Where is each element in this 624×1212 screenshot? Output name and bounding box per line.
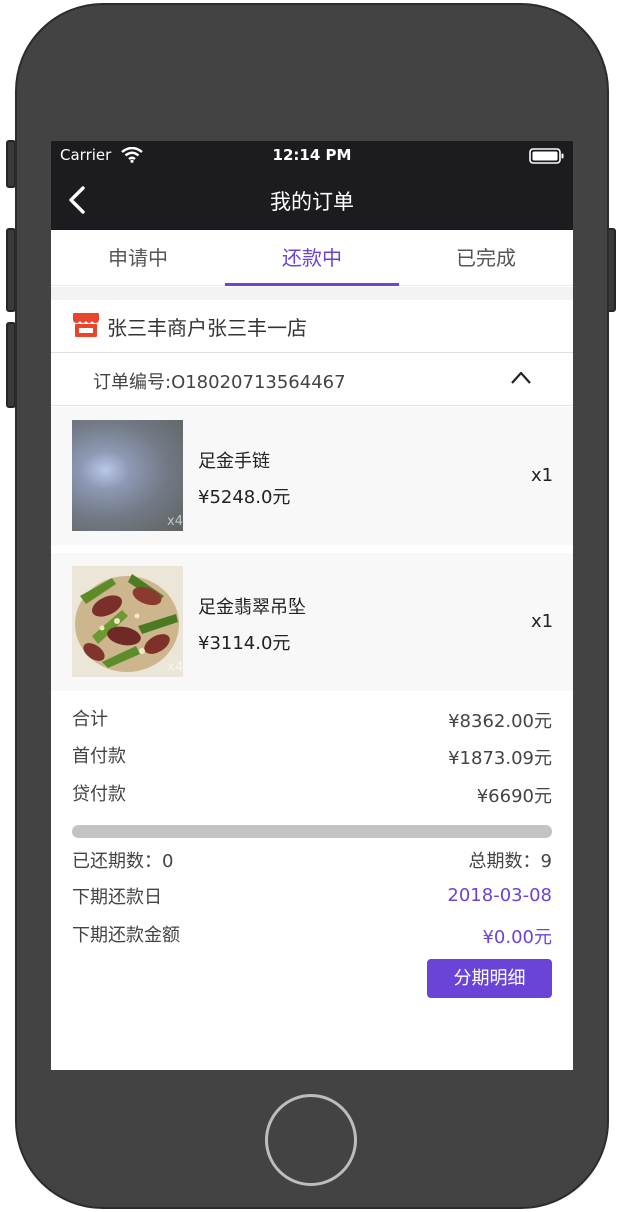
total-periods: 总期数：9 <box>468 851 552 872</box>
next-due-date-value: 2018-03-08 <box>447 885 552 906</box>
product-name: 足金手链 <box>198 451 270 472</box>
status-time: 12:14 PM <box>272 146 352 164</box>
tab-repaying[interactable]: 还款中 <box>225 230 399 286</box>
next-amount-label: 下期还款金额 <box>72 925 180 946</box>
paid-periods: 已还期数：0 <box>72 851 174 872</box>
app-screen: Carrier 12:14 PM 我的订单 申请中 还款中 已完成 张三丰商户张… <box>51 141 573 1070</box>
product-quantity: x1 <box>531 465 554 486</box>
order-status-tabs: 申请中 还款中 已完成 <box>51 230 573 286</box>
product-name: 足金翡翠吊坠 <box>198 597 306 618</box>
product-price: ¥5248.0元 <box>198 487 291 508</box>
down-payment-label: 首付款 <box>72 746 126 767</box>
loan-payment-label: 贷付款 <box>72 784 126 805</box>
installment-details-button[interactable]: 分期明细 <box>427 959 552 998</box>
product-image: x4 <box>72 566 183 677</box>
store-header[interactable]: 张三丰商户张三丰一店 <box>51 300 573 353</box>
total-value: ¥8362.00元 <box>448 711 552 732</box>
item-divider <box>51 545 573 553</box>
section-divider <box>51 287 573 300</box>
active-tab-indicator <box>225 283 399 286</box>
order-item[interactable]: x4 足金翡翠吊坠 ¥3114.0元 x1 <box>51 553 573 691</box>
tab-applying[interactable]: 申请中 <box>51 230 225 286</box>
tab-completed[interactable]: 已完成 <box>399 230 573 286</box>
product-image: x4 <box>72 420 183 531</box>
order-number: 订单编号:O18020713564467 <box>93 372 346 393</box>
order-item[interactable]: x4 足金手链 ¥5248.0元 x1 <box>51 407 573 545</box>
chevron-up-icon[interactable] <box>510 370 532 386</box>
next-due-date-label: 下期还款日 <box>72 887 162 908</box>
down-payment-value: ¥1873.09元 <box>448 748 552 769</box>
shop-icon <box>73 313 99 337</box>
image-watermark: x4 <box>167 514 183 529</box>
loan-payment-value: ¥6690元 <box>476 786 552 807</box>
store-name: 张三丰商户张三丰一店 <box>107 316 307 340</box>
battery-icon <box>529 148 564 164</box>
page-title: 我的订单 <box>270 190 354 214</box>
product-quantity: x1 <box>531 611 554 632</box>
repayment-progress-bar <box>72 825 552 838</box>
total-label: 合计 <box>72 709 108 730</box>
product-price: ¥3114.0元 <box>198 633 291 654</box>
order-number-row[interactable]: 订单编号:O18020713564467 <box>51 354 573 406</box>
home-button[interactable] <box>265 1094 357 1186</box>
image-watermark: x4 <box>167 660 183 675</box>
next-amount-value: ¥0.00元 <box>482 927 552 948</box>
top-bar: Carrier 12:14 PM 我的订单 <box>51 141 573 230</box>
